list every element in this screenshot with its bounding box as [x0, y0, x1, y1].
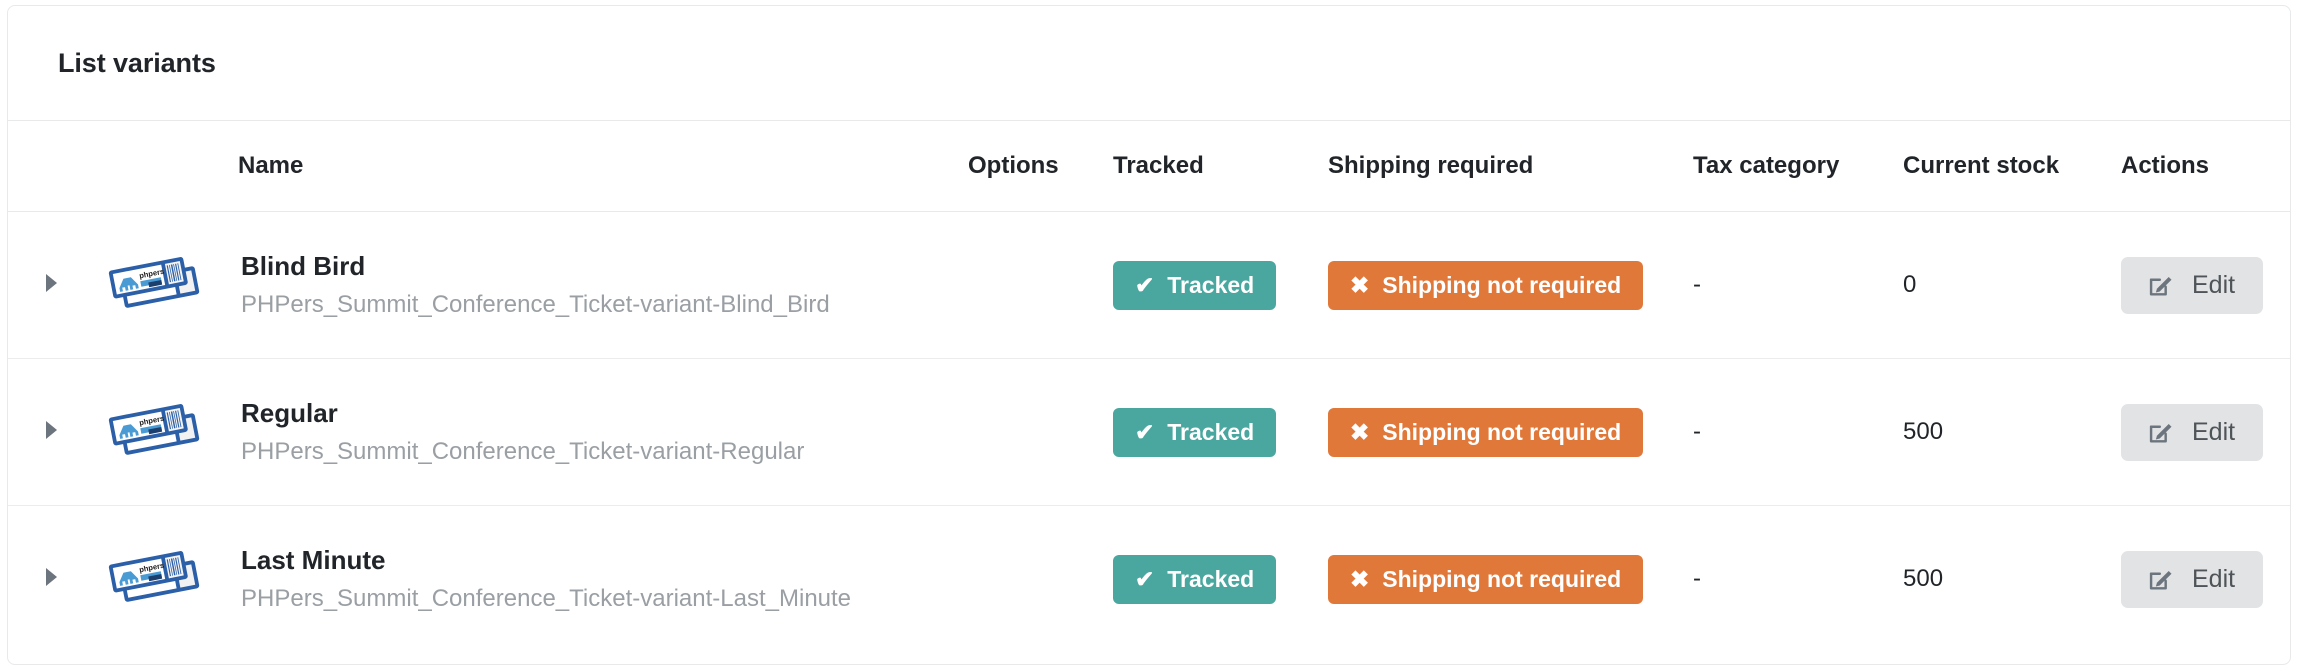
- table-row: phpers Last Minute PHPers_Summit_Confere…: [8, 506, 2290, 653]
- variant-code: PHPers_Summit_Conference_Ticket-variant-…: [241, 437, 805, 465]
- column-header-shipping-required: Shipping required: [1328, 121, 1693, 212]
- column-header-name: Name: [238, 121, 968, 212]
- variant-current-stock: 0: [1903, 211, 2121, 359]
- cross-icon: ✖: [1350, 565, 1370, 592]
- table-row: phpers Regular PHPers_Summit_Conference_…: [8, 358, 2290, 506]
- edit-button[interactable]: Edit: [2121, 256, 2264, 314]
- variant-name-cell: Last Minute PHPers_Summit_Conference_Tic…: [238, 506, 968, 653]
- variant-options-cell: [968, 358, 1113, 506]
- status-badge-tracked-label: Tracked: [1167, 418, 1255, 445]
- variant-options-cell: [968, 211, 1113, 359]
- edit-button-label: Edit: [2192, 417, 2236, 446]
- column-header-thumbnail: [98, 121, 238, 212]
- edit-button[interactable]: Edit: [2121, 550, 2264, 608]
- ticket-thumbnail: phpers: [108, 404, 200, 455]
- check-icon: ✔: [1135, 565, 1155, 592]
- row-expand-cell[interactable]: [8, 211, 98, 359]
- variant-name: Last Minute: [241, 544, 386, 575]
- status-badge-tracked-label: Tracked: [1167, 271, 1255, 298]
- card-header: List variants: [8, 6, 2290, 121]
- column-header-actions: Actions: [2121, 121, 2290, 212]
- variant-tracked-cell: ✔ Tracked: [1113, 358, 1328, 506]
- variants-table: Name Options Tracked Shipping required T…: [8, 121, 2290, 653]
- column-header-current-stock: Current stock: [1903, 121, 2121, 212]
- column-header-options: Options: [968, 121, 1113, 212]
- variant-name: Regular: [241, 397, 338, 428]
- check-icon: ✔: [1135, 271, 1155, 298]
- caret-right-icon[interactable]: [46, 421, 57, 439]
- variant-thumbnail-cell: phpers: [98, 358, 238, 506]
- variant-name-cell: Blind Bird PHPers_Summit_Conference_Tick…: [238, 211, 968, 359]
- cross-icon: ✖: [1350, 271, 1370, 298]
- pen-to-square-icon: [2149, 423, 2172, 443]
- table-header: Name Options Tracked Shipping required T…: [8, 121, 2290, 212]
- edit-button[interactable]: Edit: [2121, 403, 2264, 461]
- ticket-thumbnail: phpers: [108, 257, 200, 308]
- variant-shipping-cell: ✖ Shipping not required: [1328, 358, 1693, 506]
- pen-to-square-icon: [2149, 276, 2172, 296]
- table-row: phpers Blind Bird PHPers_Summit_Conferen…: [8, 211, 2290, 359]
- variant-current-stock: 500: [1903, 358, 2121, 506]
- variant-thumbnail-cell: phpers: [98, 506, 238, 653]
- variant-shipping-cell: ✖ Shipping not required: [1328, 211, 1693, 359]
- row-expand-cell[interactable]: [8, 506, 98, 653]
- ticket-thumbnail: phpers: [108, 551, 200, 602]
- variant-name-cell: Regular PHPers_Summit_Conference_Ticket-…: [238, 358, 968, 506]
- status-badge-shipping-label: Shipping not required: [1382, 271, 1622, 298]
- variant-actions-cell: Edit: [2121, 506, 2290, 653]
- variant-actions-cell: Edit: [2121, 211, 2290, 359]
- page-title: List variants: [58, 47, 216, 78]
- variant-tax-category: -: [1693, 565, 1701, 592]
- variant-tax-category: -: [1693, 358, 1903, 506]
- check-icon: ✔: [1135, 418, 1155, 445]
- status-badge-shipping: ✖ Shipping not required: [1328, 407, 1644, 457]
- pen-to-square-icon: [2149, 570, 2172, 590]
- variant-current-stock: 500: [1903, 565, 1944, 592]
- status-badge-tracked: ✔ Tracked: [1113, 260, 1277, 310]
- variant-code: PHPers_Summit_Conference_Ticket-variant-…: [241, 584, 852, 612]
- status-badge-tracked: ✔ Tracked: [1113, 554, 1277, 604]
- row-expand-cell[interactable]: [8, 358, 98, 506]
- status-badge-shipping: ✖ Shipping not required: [1328, 260, 1644, 310]
- variant-shipping-cell: ✖ Shipping not required: [1328, 506, 1693, 653]
- edit-button-label: Edit: [2192, 270, 2236, 299]
- status-badge-shipping-label: Shipping not required: [1382, 418, 1622, 445]
- caret-right-icon[interactable]: [46, 274, 57, 292]
- column-header-tracked: Tracked: [1113, 121, 1328, 212]
- status-badge-tracked: ✔ Tracked: [1113, 407, 1277, 457]
- variant-tracked-cell: ✔ Tracked: [1113, 506, 1328, 653]
- variant-tax-category: -: [1693, 211, 1903, 359]
- status-badge-shipping-label: Shipping not required: [1382, 565, 1622, 592]
- variant-code: PHPers_Summit_Conference_Ticket-variant-…: [241, 290, 830, 318]
- variant-thumbnail-cell: phpers: [98, 211, 238, 359]
- table-header-row: Name Options Tracked Shipping required T…: [8, 121, 2290, 212]
- column-header-caret: [8, 121, 98, 212]
- status-badge-shipping: ✖ Shipping not required: [1328, 554, 1644, 604]
- column-header-tax-category: Tax category: [1693, 121, 1903, 212]
- cross-icon: ✖: [1350, 418, 1370, 445]
- edit-button-label: Edit: [2192, 564, 2236, 593]
- variant-tracked-cell: ✔ Tracked: [1113, 211, 1328, 359]
- variant-name: Blind Bird: [241, 250, 366, 281]
- list-variants-card: List variants Name Options Tracked Shipp…: [7, 5, 2291, 665]
- caret-right-icon[interactable]: [46, 568, 57, 586]
- variant-actions-cell: Edit: [2121, 358, 2290, 506]
- table-body: phpers Blind Bird PHPers_Summit_Conferen…: [8, 211, 2290, 653]
- variant-options-cell: [968, 506, 1113, 653]
- status-badge-tracked-label: Tracked: [1167, 565, 1255, 592]
